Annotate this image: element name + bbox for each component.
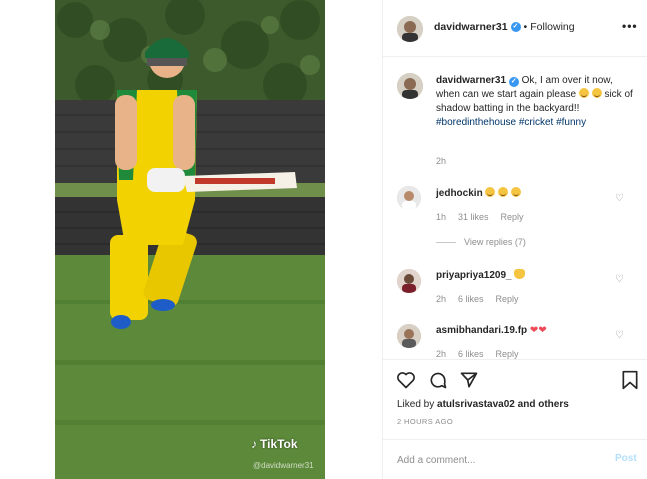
view-replies-button[interactable]: View replies (7) — [436, 237, 526, 247]
post-timestamp[interactable]: 2 HOURS AGO — [397, 417, 453, 426]
replies-line — [436, 241, 456, 243]
tiktok-logo-icon: ♪ — [251, 437, 257, 451]
comment-input[interactable] — [397, 452, 597, 468]
comment-avatar[interactable] — [397, 269, 421, 293]
caption-username[interactable]: davidwarner31 — [436, 75, 506, 86]
comment-text: jedhockin — [436, 187, 611, 201]
caption-time[interactable]: 2h — [436, 156, 446, 166]
avatar[interactable] — [397, 16, 423, 42]
post-details-panel: davidwarner31 ✓ • Following ••• davidwar… — [382, 0, 647, 479]
add-comment-bar: Post — [383, 439, 647, 479]
heart-outline-icon[interactable]: ♡ — [615, 194, 625, 204]
grinning-sweat-emoji-icon — [591, 88, 602, 98]
comment-text: priyapriya1209_ — [436, 269, 611, 283]
post-actions: Liked by atulsrivastava02 and others 2 H… — [383, 359, 647, 440]
tiktok-handle: @davidwarner31 — [253, 461, 314, 470]
liked-by-prefix: Liked by — [397, 399, 435, 410]
separator-dot: • — [523, 21, 528, 33]
more-dots-icon[interactable]: ••• — [622, 19, 638, 33]
header-username[interactable]: davidwarner31 — [434, 21, 508, 33]
hashtag-link[interactable]: #funny — [556, 117, 586, 128]
share-paper-plane-icon[interactable] — [459, 370, 479, 390]
post-header: davidwarner31 ✓ • Following ••• — [383, 0, 647, 57]
comment-text: asmibhandari.19.fp ❤❤ — [436, 324, 611, 338]
comment-bubble-icon[interactable] — [428, 370, 448, 390]
comment-username[interactable]: priyapriya1209_ — [436, 270, 512, 281]
post-video[interactable]: ♪ TikTok @davidwarner31 — [55, 0, 325, 479]
comment-avatar[interactable] — [397, 324, 421, 348]
liked-by-others[interactable]: and others — [518, 399, 569, 410]
grinning-sweat-emoji-icon — [511, 187, 522, 197]
grinning-sweat-emoji-icon — [578, 88, 589, 98]
tiktok-watermark: ♪ TikTok — [251, 437, 298, 451]
like-heart-icon[interactable] — [396, 370, 416, 390]
hashtag-link[interactable]: #boredinthehouse — [436, 117, 516, 128]
reply-button[interactable]: Reply — [496, 349, 519, 359]
comment-avatar[interactable] — [397, 186, 421, 210]
comment-time[interactable]: 2h — [436, 294, 446, 304]
caption-avatar[interactable] — [397, 73, 423, 99]
comment-time[interactable]: 2h — [436, 349, 446, 359]
comments-section[interactable]: davidwarner31 ✓ Ok, I am over it now, wh… — [383, 57, 647, 359]
comment-username[interactable]: jedhockin — [436, 188, 483, 199]
comment-username[interactable]: asmibhandari.19.fp — [436, 325, 527, 336]
instagram-post: ♪ TikTok @davidwarner31 davidwarner31 ✓ … — [0, 0, 647, 479]
hashtag-link[interactable]: #cricket — [519, 117, 553, 128]
verified-badge-icon: ✓ — [508, 77, 519, 87]
comment-meta: 2h 6 likes Reply — [436, 349, 519, 359]
reply-button[interactable]: Reply — [496, 294, 519, 304]
reply-button[interactable]: Reply — [501, 212, 524, 222]
grinning-sweat-emoji-icon — [485, 187, 496, 197]
raised-hands-emoji-icon — [514, 269, 526, 279]
grinning-sweat-emoji-icon — [498, 187, 509, 197]
video-frame-illustration — [55, 0, 325, 479]
verified-badge-icon: ✓ — [510, 22, 521, 32]
comment-time[interactable]: 1h — [436, 212, 446, 222]
caption-text: davidwarner31 ✓ Ok, I am over it now, wh… — [436, 74, 636, 130]
liked-by-text: Liked by atulsrivastava02 and others — [397, 399, 569, 410]
comment-likes[interactable]: 31 likes — [458, 212, 489, 222]
heart-hands-emoji-icon: ❤ — [538, 325, 547, 336]
heart-outline-icon[interactable]: ♡ — [615, 275, 625, 285]
following-button[interactable]: Following — [530, 21, 574, 33]
view-replies-label: View replies (7) — [464, 237, 526, 247]
comment-meta: 1h 31 likes Reply — [436, 212, 524, 222]
comment-likes[interactable]: 6 likes — [458, 294, 484, 304]
post-comment-button[interactable]: Post — [615, 453, 637, 464]
header-user: davidwarner31 ✓ • Following — [434, 21, 575, 33]
comment-likes[interactable]: 6 likes — [458, 349, 484, 359]
bookmark-icon[interactable] — [621, 370, 639, 390]
comment-meta: 2h 6 likes Reply — [436, 294, 519, 304]
liked-by-user[interactable]: atulsrivastava02 — [437, 399, 515, 410]
heart-outline-icon[interactable]: ♡ — [615, 331, 625, 341]
tiktok-brand: TikTok — [260, 437, 298, 451]
